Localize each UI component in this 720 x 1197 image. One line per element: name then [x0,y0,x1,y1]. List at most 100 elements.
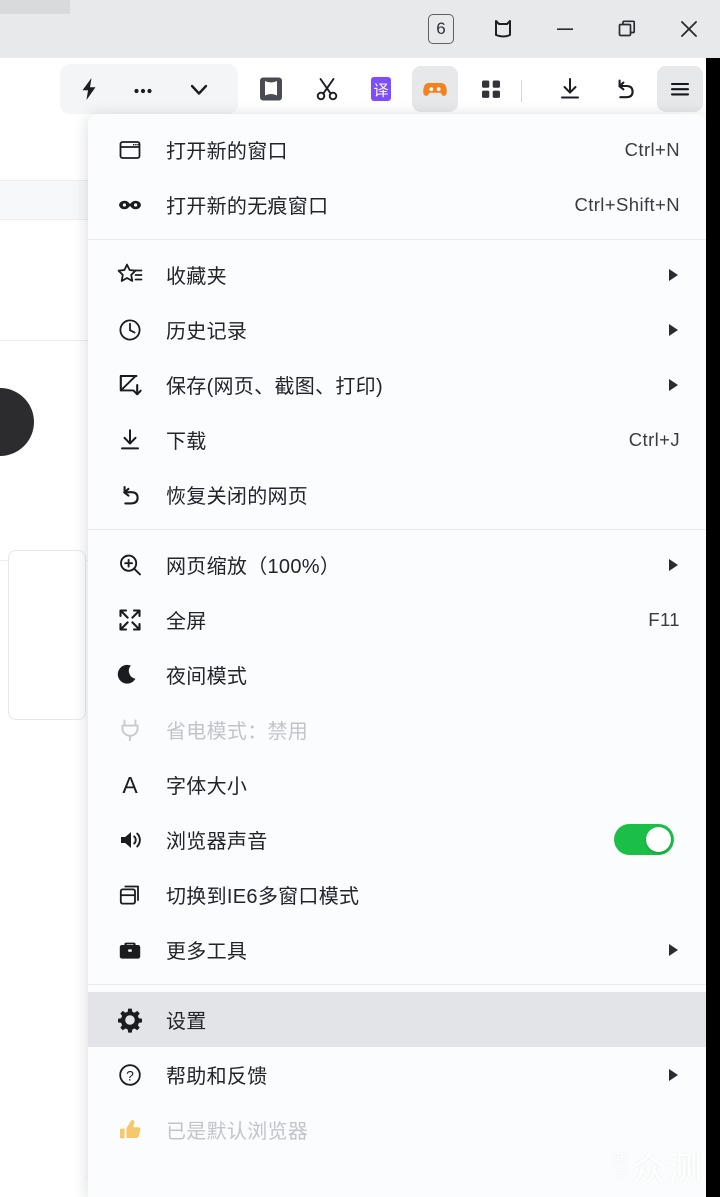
minimize-button[interactable] [534,0,596,58]
hamburger-menu-icon [666,75,694,103]
skin-icon [489,15,517,43]
menu-item-label: 帮助和反馈 [166,1066,268,1088]
menu-item-label: 网页缩放（100%） [166,556,341,578]
menu-item-保存-网页-截图-打印-[interactable]: 保存(网页、截图、打印) [88,357,706,412]
bg-avatar-circle [0,388,34,456]
menu-item-label: 省电模式：禁用 [166,721,309,743]
close-button[interactable] [658,0,720,58]
close-icon [674,14,704,44]
submenu-arrow-icon [669,558,678,571]
restore-button[interactable] [596,0,658,58]
download-icon [116,426,156,454]
menu-item-恢复关闭的网页[interactable]: 恢复关闭的网页 [88,467,706,522]
title-bar: 6 [0,0,720,58]
save-page-icon [116,371,156,399]
browser-sound-icon [116,826,156,854]
fullscreen-icon [116,606,156,634]
menu-item-打开新的窗口[interactable]: 打开新的窗口 Ctrl+N [88,122,706,177]
menu-item-shortcut: Ctrl+Shift+N [574,193,680,215]
chevron-down-icon [186,76,212,102]
menu-item-label: 收藏夹 [166,266,227,288]
settings-gear-icon [116,1006,156,1034]
favorites-star-icon [116,261,156,289]
menu-item-label: 切换到IE6多窗口模式 [166,886,360,908]
font-size-icon: A [116,771,156,799]
menu-separator [88,984,706,985]
menu-item-label: 更多工具 [166,941,248,963]
incognito-mask-icon [116,191,156,219]
translate-icon-button[interactable]: 译 [358,66,404,112]
menu-item-已是默认浏览器: 已是默认浏览器 [88,1102,706,1157]
browser-toolbar: 译 [0,58,720,120]
more-dots-icon-button[interactable] [120,66,166,112]
undo-icon [611,75,639,103]
menu-item-label: 全屏 [166,611,207,633]
menu-item-label: 下载 [166,431,207,453]
scissors-icon [313,75,341,103]
download-icon [556,75,584,103]
menu-separator [88,239,706,240]
apps-grid-icon-button[interactable] [468,66,514,112]
svg-text:A: A [122,772,138,798]
menu-item-shortcut: Ctrl+J [628,428,680,450]
translate-icon: 译 [366,74,396,104]
menu-item-label: 恢复关闭的网页 [166,486,309,508]
restore-icon [614,16,640,42]
titlebar-drag-region[interactable] [0,0,70,14]
menu-item-字体大小[interactable]: A 字体大小 [88,757,706,812]
more-tools-briefcase-icon [116,936,156,964]
night-mode-moon-icon [116,661,156,689]
menu-item-打开新的无痕窗口[interactable]: 打开新的无痕窗口 Ctrl+Shift+N [88,177,706,232]
reader-book-icon-button[interactable] [248,66,294,112]
ie6-window-icon [116,881,156,909]
chevron-down-icon-button[interactable] [176,66,222,112]
reader-book-icon [256,74,286,104]
menu-item-设置[interactable]: 设置 [88,992,706,1047]
submenu-arrow-icon [669,378,678,391]
menu-item-省电模式-禁用: 省电模式：禁用 [88,702,706,757]
submenu-arrow-icon [669,268,678,281]
scissors-icon-button[interactable] [304,66,350,112]
menu-item-label: 打开新的窗口 [166,141,288,163]
submenu-arrow-icon [669,1068,678,1081]
zoom-in-icon [116,551,156,579]
menu-item-label: 保存(网页、截图、打印) [166,376,383,398]
menu-item-更多工具[interactable]: 更多工具 [88,922,706,977]
more-dots-icon [130,76,156,102]
thumbs-up-icon [116,1116,156,1144]
menu-item-label: 历史记录 [166,321,248,343]
skin-icon-button[interactable] [472,0,534,58]
quick-action-icon [76,76,102,102]
game-controller-icon [420,74,450,104]
menu-item-label: 字体大小 [166,776,248,798]
undo-icon-button[interactable] [602,66,648,112]
help-question-icon: ? [116,1061,156,1089]
hamburger-menu-icon-button[interactable] [657,66,703,112]
menu-item-label: 打开新的无痕窗口 [166,196,329,218]
browser-sound-toggle[interactable] [614,824,674,855]
menu-item-shortcut: Ctrl+N [624,138,680,160]
menu-item-label: 浏览器声音 [166,831,268,853]
history-clock-icon [116,316,156,344]
menu-item-帮助和反馈[interactable]: ? 帮助和反馈 [88,1047,706,1102]
game-controller-icon-button[interactable] [412,66,458,112]
menu-item-浏览器声音[interactable]: 浏览器声音 [88,812,706,867]
menu-item-收藏夹[interactable]: 收藏夹 [88,247,706,302]
menu-item-网页缩放-100--[interactable]: 网页缩放（100%） [88,537,706,592]
download-icon-button[interactable] [547,66,593,112]
submenu-arrow-icon [669,943,678,956]
bg-content-card [8,550,86,720]
menu-item-下载[interactable]: 下载 Ctrl+J [88,412,706,467]
quick-action-icon-button[interactable] [66,66,112,112]
tab-count-badge: 6 [428,14,454,44]
tab-count-badge-button[interactable]: 6 [410,0,472,58]
menu-item-切换到IE6多窗口模式[interactable]: 切换到IE6多窗口模式 [88,867,706,922]
browser-window: 6 译 打开新的窗口 Ctrl+N 打开新的无痕窗口 Ctrl+Shift+N … [0,0,720,1197]
right-gutter [706,58,720,1197]
restore-tab-icon [116,481,156,509]
apps-grid-icon [478,76,504,102]
menu-item-历史记录[interactable]: 历史记录 [88,302,706,357]
menu-item-全屏[interactable]: 全屏 F11 [88,592,706,647]
toggle-knob [646,827,671,852]
menu-item-夜间模式[interactable]: 夜间模式 [88,647,706,702]
